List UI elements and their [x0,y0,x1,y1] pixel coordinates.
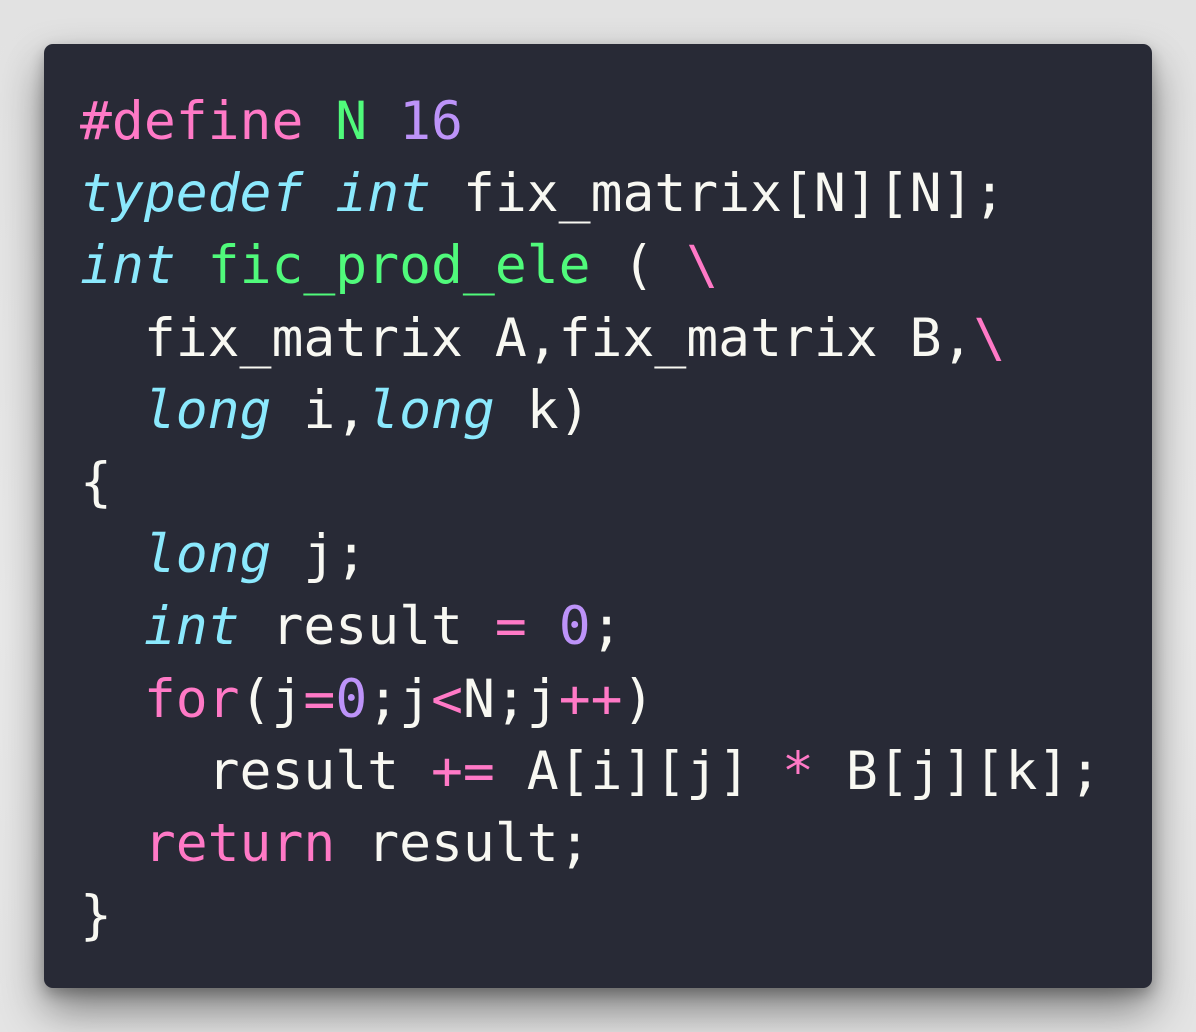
code-token: long [143,524,272,586]
code-line: int fic_prod_ele ( \ [80,230,1101,302]
code-token: return [143,812,336,874]
code-token: fic_prod_ele [207,235,591,297]
code-token: (j [239,668,304,730]
code-token: } [80,885,112,947]
code-token: N;j [462,668,559,730]
code-token: 0 [558,596,591,658]
code-token: \ [973,307,1006,369]
code-token: int [143,596,240,658]
code-line: long j; [80,519,1101,591]
code-line: #define N 16 [80,86,1101,158]
code-token: ) [622,668,655,730]
code-token: long [367,379,495,441]
code-token: fix_matrix[N][N]; [431,163,1006,225]
code-token: < [431,668,463,730]
code-line: return result; [80,808,1101,880]
code-token: * [782,740,814,802]
code-token: int [80,235,176,297]
code-line: for(j=0;j<N;j++) [80,664,1101,736]
code-token: result; [335,812,591,874]
code-token: fix_matrix A,fix_matrix B, [80,307,974,369]
code-token: typedef [80,163,304,225]
code-line: } [80,880,1101,952]
code-token: long [143,379,272,441]
code-token: j; [271,524,368,586]
code-token: = [494,596,527,658]
code-token: result [80,740,431,802]
code-token: i, [271,379,368,441]
code-window: #define N 16 typedef int fix_matrix[N][N]… [44,44,1152,988]
code-token: = [303,668,336,730]
code-token: int [335,163,432,225]
code-token: ++ [558,668,623,730]
code-token: result [239,596,495,658]
code-token: N [335,91,368,152]
code-line: int result = 0; [80,591,1101,663]
code-block: #define N 16 typedef int fix_matrix[N][N]… [80,86,1101,952]
code-token: ;j [367,668,432,730]
code-token: #define [80,91,304,152]
code-token: \ [686,235,719,297]
code-line: typedef int fix_matrix[N][N]; [80,158,1101,230]
code-line: fix_matrix A,fix_matrix B,\ [80,303,1101,375]
code-token: for [143,668,240,730]
code-token: B[j][k]; [813,740,1102,802]
code-token: A[i][j] [494,740,783,802]
code-line: { [80,447,1101,519]
code-line: long i,long k) [80,375,1101,447]
code-token: 0 [335,668,368,730]
code-token: += [431,740,495,802]
code-token: ( [590,235,687,297]
code-token: ; [590,596,623,658]
code-line: result += A[i][j] * B[j][k]; [80,736,1102,808]
code-token: k) [494,379,591,441]
code-token: 16 [399,91,463,152]
code-token: { [80,451,112,513]
